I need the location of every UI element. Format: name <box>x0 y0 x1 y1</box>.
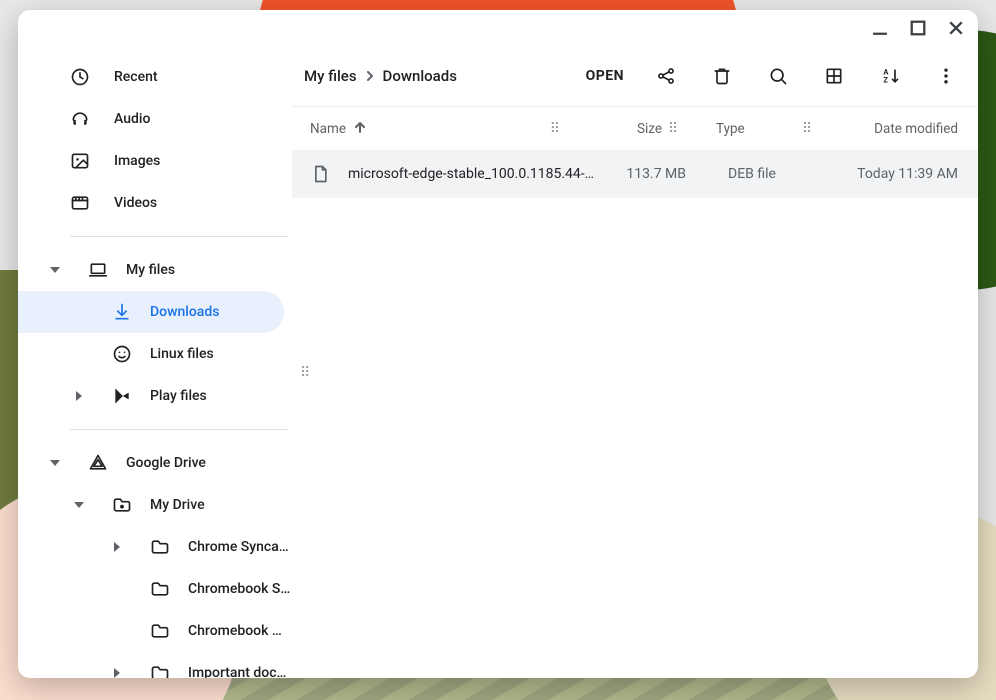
folder-icon <box>150 621 170 641</box>
window-titlebar <box>18 10 978 46</box>
svg-text:Z: Z <box>883 76 888 85</box>
file-modified: Today 11:39 AM <box>830 166 958 182</box>
chevron-down-icon[interactable] <box>40 458 70 468</box>
sidebar-item-chromebook-scr[interactable]: Chromebook Scr… <box>18 568 292 610</box>
column-resize-handle[interactable]: ⠿ <box>662 121 684 137</box>
column-header-label: Size <box>637 121 662 137</box>
google-drive-icon <box>88 453 108 473</box>
column-resize-handle[interactable]: ⠿ <box>550 121 560 137</box>
column-header-name[interactable]: Name ⠿ <box>310 121 572 137</box>
sidebar-item-label: Chrome Syncable… <box>188 539 292 555</box>
sidebar-item-videos[interactable]: Videos <box>18 182 292 224</box>
chevron-right-icon <box>365 67 375 85</box>
sidebar-item-google-drive[interactable]: Google Drive <box>18 442 292 484</box>
file-row[interactable]: microsoft-edge-stable_100.0.1185.44-… 11… <box>292 150 978 198</box>
arrow-up-icon <box>354 121 366 137</box>
sidebar-item-label: Important docum… <box>188 665 292 678</box>
linux-icon <box>112 344 132 364</box>
column-headers: Name ⠿ Size ⠿ Type ⠿ Date modified <box>292 106 978 150</box>
sidebar-item-label: Audio <box>114 111 150 127</box>
column-header-label: Date modified <box>874 121 958 137</box>
sidebar-item-label: Images <box>114 153 160 169</box>
file-size: 113.7 MB <box>596 166 686 182</box>
sidebar-item-label: Chromebook Wall… <box>188 623 292 639</box>
sidebar-separator <box>70 429 288 430</box>
breadcrumb-item[interactable]: My files <box>304 67 357 85</box>
files-app-window: Recent Audio Images Videos <box>18 10 978 678</box>
share-button[interactable] <box>644 54 688 98</box>
column-resize-handle[interactable]: ⠿ <box>796 121 818 137</box>
sort-button[interactable]: AZ <box>868 54 912 98</box>
delete-button[interactable] <box>700 54 744 98</box>
sidebar-item-audio[interactable]: Audio <box>18 98 292 140</box>
sidebar-resize-handle[interactable]: ⠿ <box>300 370 312 376</box>
open-button[interactable]: OPEN <box>578 68 632 84</box>
main-panel: My files Downloads OPEN <box>292 46 978 678</box>
sidebar: Recent Audio Images Videos <box>18 46 292 678</box>
sidebar-item-label: Linux files <box>150 346 214 362</box>
sidebar-item-label: Play files <box>150 388 207 404</box>
sidebar-separator <box>70 236 288 237</box>
breadcrumb: My files Downloads <box>304 67 457 85</box>
sidebar-item-label: My files <box>126 262 175 278</box>
folder-icon <box>150 537 170 557</box>
toolbar: My files Downloads OPEN <box>292 46 978 106</box>
file-type: DEB file <box>708 166 808 182</box>
breadcrumb-item[interactable]: Downloads <box>383 67 457 85</box>
sidebar-item-label: Google Drive <box>126 455 206 471</box>
sidebar-item-chrome-syncable[interactable]: Chrome Syncable… <box>18 526 292 568</box>
sidebar-item-my-files[interactable]: My files <box>18 249 292 291</box>
recent-icon <box>70 67 90 87</box>
download-icon <box>112 302 132 322</box>
file-icon <box>310 164 330 184</box>
sidebar-item-downloads[interactable]: Downloads <box>18 291 284 333</box>
column-header-label: Type <box>716 121 745 137</box>
chevron-right-icon[interactable] <box>64 391 94 401</box>
sidebar-item-recent[interactable]: Recent <box>18 56 292 98</box>
column-header-type[interactable]: Type <box>696 121 796 137</box>
sidebar-item-linux-files[interactable]: Linux files <box>18 333 292 375</box>
sidebar-item-label: Chromebook Scr… <box>188 581 292 597</box>
laptop-icon <box>88 260 108 280</box>
sidebar-item-label: Downloads <box>150 304 219 320</box>
videos-icon <box>70 193 90 213</box>
window-close-button[interactable] <box>948 20 964 36</box>
sidebar-item-chromebook-wall[interactable]: Chromebook Wall… <box>18 610 292 652</box>
file-list: microsoft-edge-stable_100.0.1185.44-… 11… <box>292 150 978 198</box>
sidebar-item-label: Recent <box>114 69 158 85</box>
view-grid-button[interactable] <box>812 54 856 98</box>
folder-icon <box>150 579 170 599</box>
folder-badge-icon <box>112 495 132 515</box>
more-options-button[interactable] <box>924 54 968 98</box>
file-name: microsoft-edge-stable_100.0.1185.44-… <box>348 166 594 182</box>
sidebar-item-play-files[interactable]: Play files <box>18 375 292 417</box>
chevron-down-icon[interactable] <box>40 265 70 275</box>
images-icon <box>70 151 90 171</box>
chevron-right-icon[interactable] <box>102 668 132 678</box>
window-minimize-button[interactable] <box>872 20 888 36</box>
chevron-down-icon[interactable] <box>64 500 94 510</box>
search-button[interactable] <box>756 54 800 98</box>
sidebar-item-my-drive[interactable]: My Drive <box>18 484 292 526</box>
chevron-right-icon[interactable] <box>102 542 132 552</box>
folder-icon <box>150 663 170 678</box>
sidebar-item-images[interactable]: Images <box>18 140 292 182</box>
column-header-label: Name <box>310 121 346 137</box>
sidebar-item-important-docum[interactable]: Important docum… <box>18 652 292 678</box>
sidebar-item-label: Videos <box>114 195 157 211</box>
column-header-modified[interactable]: Date modified <box>830 121 958 137</box>
window-maximize-button[interactable] <box>910 20 926 36</box>
play-icon <box>112 386 132 406</box>
column-header-size[interactable]: Size <box>572 121 662 137</box>
audio-icon <box>70 109 90 129</box>
sidebar-item-label: My Drive <box>150 497 205 513</box>
